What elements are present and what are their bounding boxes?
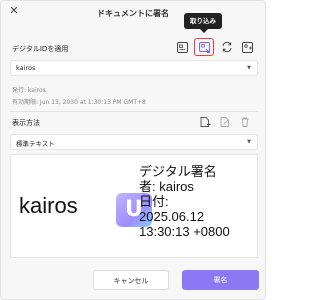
- import-tooltip: 取り込み: [184, 13, 222, 33]
- display-method-label: 表示方法: [12, 119, 40, 127]
- digital-id-label: デジタルIDを適用: [12, 45, 69, 53]
- preview-line: 13:30:13 +0800: [139, 224, 230, 239]
- display-method-value: 標準テキスト: [16, 140, 55, 148]
- display-method-select[interactable]: 標準テキスト ▼: [10, 134, 258, 150]
- expiry-text: 有効期限: Jun 13, 2030 at 1:30:13 PM GMT+8: [12, 99, 146, 106]
- chevron-down-icon: ▼: [247, 139, 251, 145]
- sign-document-dialog: ✕ ドキュメントに署名 取り込み デジタルIDを適用 kairos ▼ 発行: …: [0, 0, 266, 300]
- edit-appearance-icon[interactable]: [217, 114, 233, 130]
- preview-line: デジタル署名: [139, 164, 217, 179]
- id-card-icon[interactable]: [174, 39, 190, 55]
- refresh-icon[interactable]: [219, 39, 235, 55]
- dialog-title: ドキュメントに署名: [97, 9, 169, 18]
- add-id-icon[interactable]: [239, 39, 255, 55]
- digital-id-select[interactable]: kairos ▼: [10, 60, 258, 76]
- section-divider: [10, 111, 258, 112]
- sign-button[interactable]: 署名: [182, 270, 259, 290]
- preview-line: 日付:: [139, 194, 169, 209]
- preview-details: デジタル署名 者: kairos 日付: 2025.06.12 13:30:13…: [139, 164, 257, 239]
- issuer-text: 発行: kairos: [12, 87, 46, 94]
- preview-line: 者: kairos: [139, 179, 194, 194]
- preview-line: 2025.06.12: [139, 209, 205, 224]
- digital-id-value: kairos: [16, 64, 36, 72]
- import-icon: [198, 41, 210, 53]
- new-appearance-icon[interactable]: [197, 114, 213, 130]
- cancel-button[interactable]: キャンセル: [93, 270, 169, 290]
- chevron-down-icon: ▼: [247, 65, 251, 71]
- delete-icon[interactable]: [237, 114, 253, 130]
- preview-name: kairos: [19, 193, 78, 218]
- signature-preview: kairos U デジタル署名 者: kairos 日付: 2025.06.12…: [10, 154, 258, 258]
- import-id-button[interactable]: [194, 38, 214, 56]
